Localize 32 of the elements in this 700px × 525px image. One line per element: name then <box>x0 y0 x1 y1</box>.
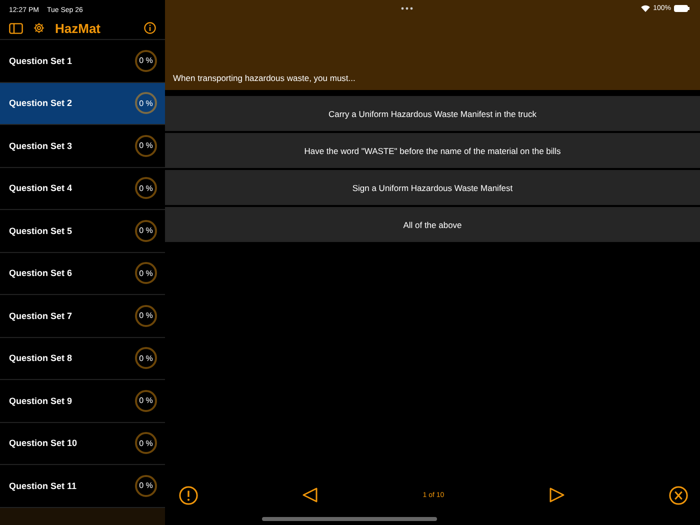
app-title: HazMat <box>55 20 102 36</box>
question-text: When transporting hazardous waste, you must... <box>173 73 356 83</box>
alert-icon[interactable] <box>179 486 198 504</box>
progress-ring: 0 % <box>135 92 157 114</box>
wifi-icon <box>641 4 650 12</box>
info-icon[interactable] <box>144 22 156 34</box>
answer-button[interactable]: Sign a Uniform Hazardous Waste Manifest <box>165 170 700 205</box>
progress-ring: 0 % <box>135 474 157 497</box>
next-icon[interactable] <box>548 487 565 503</box>
progress-ring: 0 % <box>135 347 157 370</box>
progress-ring: 0 % <box>135 304 157 327</box>
progress-ring: 0 % <box>135 177 157 200</box>
battery-icon <box>674 4 690 12</box>
more-dots-icon[interactable] <box>401 6 414 10</box>
question-set-item[interactable]: Question Set 4 0 % <box>0 168 165 210</box>
progress-ring: 0 % <box>135 50 157 72</box>
answer-button[interactable]: Have the word "WASTE" before the name of the material on the bills <box>165 133 700 168</box>
question-set-item[interactable]: Question Set 8 0 % <box>0 338 165 380</box>
answer-button[interactable]: Carry a Uniform Hazardous Waste Manifest in the truck <box>165 96 700 131</box>
settings-icon[interactable] <box>33 22 45 34</box>
progress-ring: 0 % <box>135 390 157 412</box>
question-set-item[interactable]: Question Set 2 0 % <box>0 82 165 125</box>
progress-ring: 0 % <box>135 134 157 157</box>
question-set-item[interactable]: Question Set 6 0 % <box>0 252 165 295</box>
sidebar-icon[interactable] <box>9 22 23 34</box>
answer-button[interactable]: All of the above <box>165 207 700 242</box>
progress-ring: 0 % <box>135 220 157 242</box>
previous-icon[interactable] <box>302 487 318 503</box>
progress-ring: 0 % <box>135 432 157 454</box>
progress-ring: 0 % <box>135 262 157 284</box>
question-set-item[interactable]: Question Set 10 0 % <box>0 422 165 465</box>
close-icon[interactable] <box>668 486 688 504</box>
